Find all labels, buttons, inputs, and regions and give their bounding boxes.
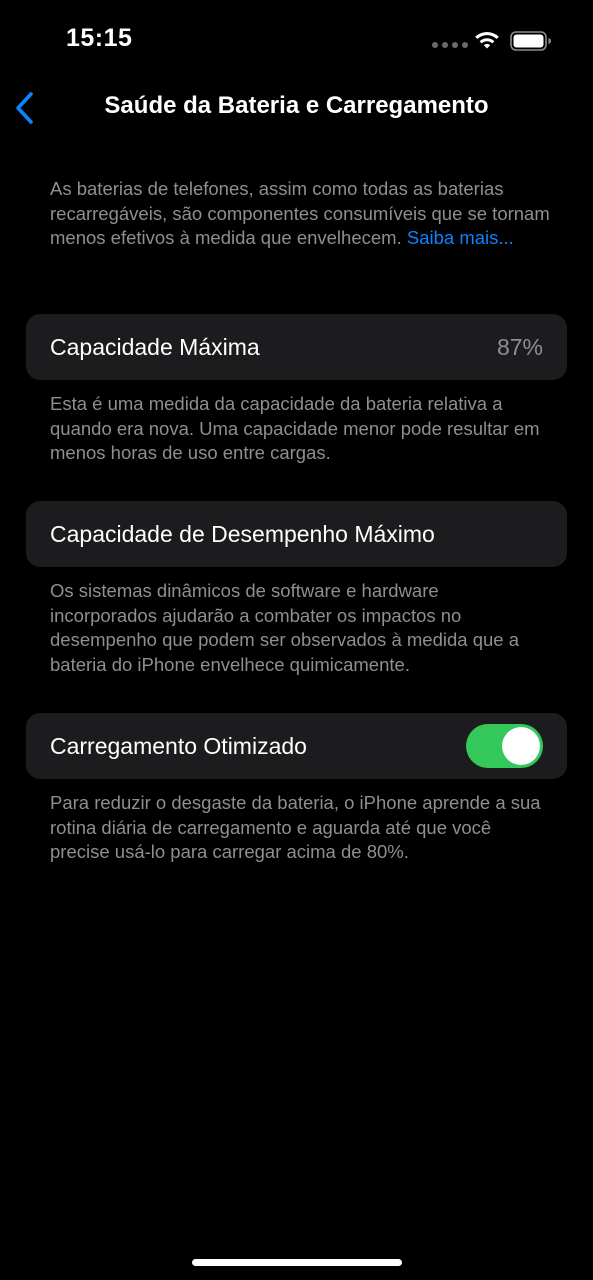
- max-capacity-row: Capacidade Máxima 87%: [26, 314, 567, 380]
- optimized-charging-toggle[interactable]: [466, 724, 543, 768]
- max-capacity-footer: Esta é uma medida da capacidade da bater…: [50, 393, 540, 463]
- intro-description: As baterias de telefones, assim como tod…: [50, 177, 550, 251]
- optimized-charging-label: Carregamento Otimizado: [50, 733, 307, 759]
- optimized-charging-row: Carregamento Otimizado: [26, 713, 567, 779]
- peak-performance-label: Capacidade de Desempenho Máximo: [50, 521, 435, 547]
- peak-performance-footer: Os sistemas dinâmicos de software e hard…: [50, 580, 519, 675]
- max-capacity-label: Capacidade Máxima: [50, 334, 260, 360]
- toggle-knob: [502, 727, 540, 765]
- learn-more-link[interactable]: Saiba mais...: [407, 227, 514, 248]
- status-time: 15:15: [66, 24, 133, 52]
- navigation-bar: Saúde da Bateria e Carregamento: [0, 80, 593, 132]
- battery-icon: [510, 31, 551, 51]
- page-title: Saúde da Bateria e Carregamento: [104, 92, 489, 119]
- max-capacity-value: 87%: [496, 334, 543, 360]
- home-indicator[interactable]: [192, 1259, 402, 1266]
- status-bar: 15:15: [0, 0, 593, 80]
- optimized-charging-footer: Para reduzir o desgaste da bateria, o iP…: [50, 792, 541, 862]
- wifi-icon: [475, 31, 499, 49]
- signal-dots-icon: [432, 42, 468, 48]
- peak-performance-row: Capacidade de Desempenho Máximo: [26, 501, 567, 567]
